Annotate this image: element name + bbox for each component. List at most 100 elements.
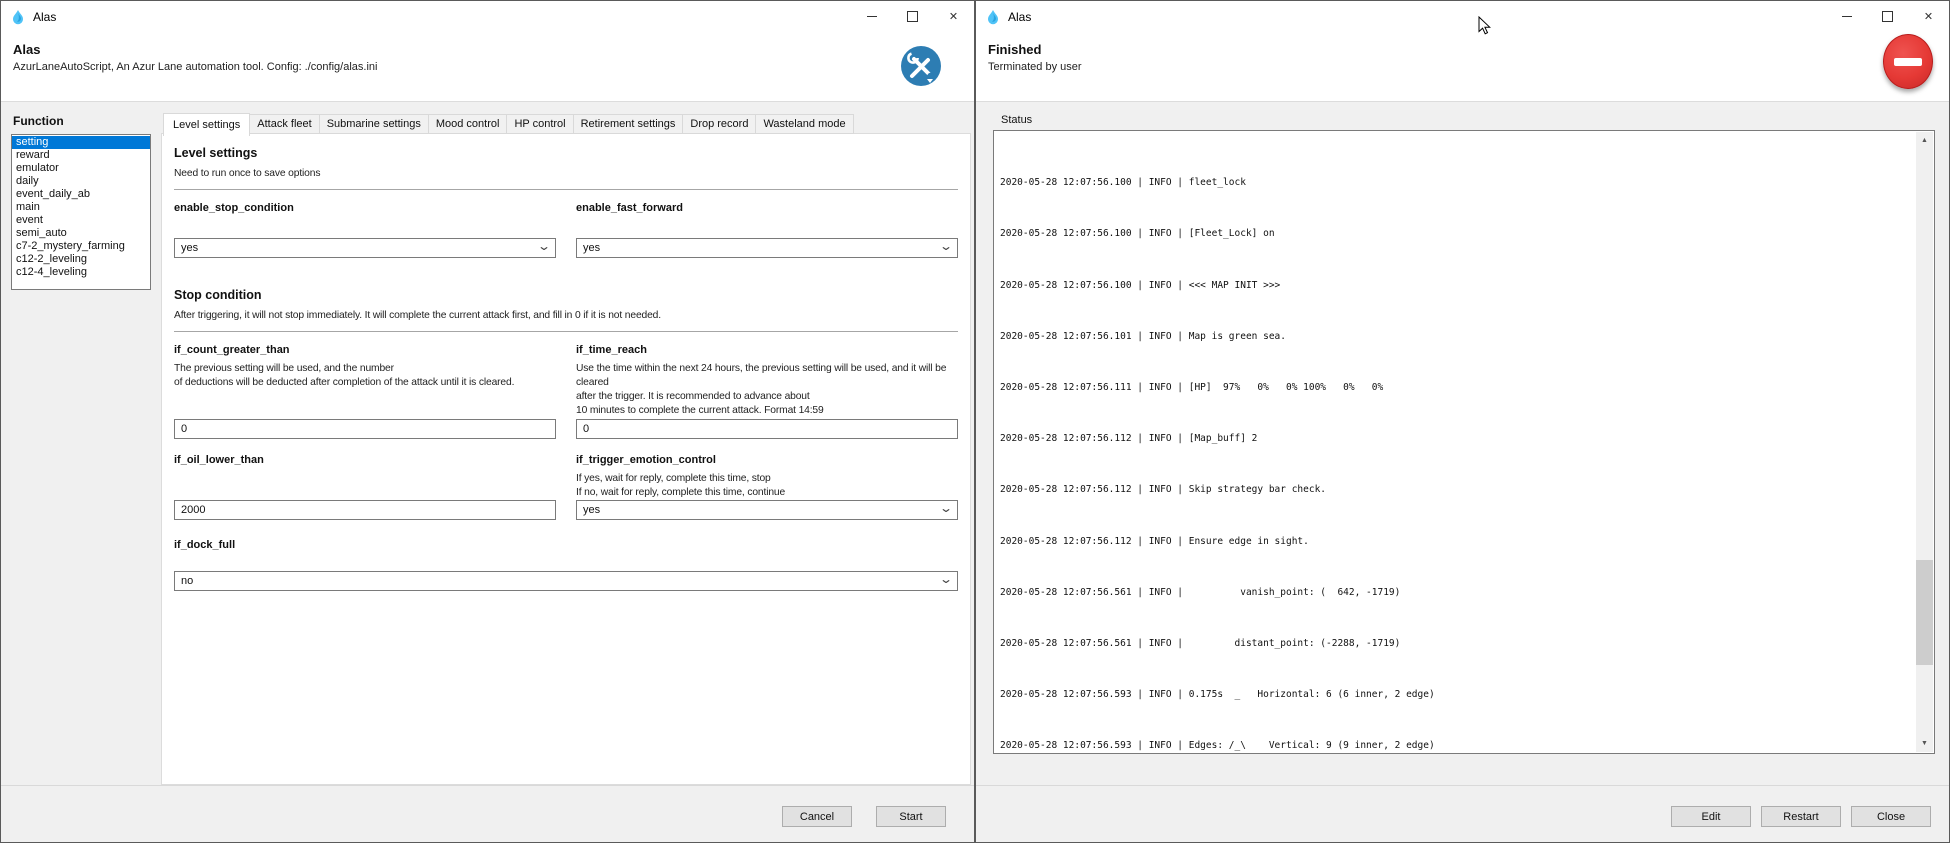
divider bbox=[174, 189, 958, 190]
config-footer: Cancel Start bbox=[1, 785, 974, 842]
if-count-greater-than-input[interactable] bbox=[174, 419, 556, 439]
config-window: Alas Alas AzurLaneAutoScript, An Azur La… bbox=[0, 0, 975, 843]
alas-app-icon bbox=[985, 9, 1001, 25]
function-list-item[interactable]: event bbox=[12, 214, 150, 227]
log-output[interactable]: 2020-05-28 12:07:56.100 | INFO | fleet_l… bbox=[993, 130, 1935, 754]
log-line: 2020-05-28 12:07:56.111 | INFO | [HP] 97… bbox=[1000, 382, 1934, 395]
field-if-oil-lower-than: if_oil_lower_than bbox=[174, 454, 556, 520]
maximize-icon[interactable] bbox=[1867, 1, 1908, 32]
function-list-item[interactable]: main bbox=[12, 201, 150, 214]
status-title: Finished bbox=[988, 42, 1041, 57]
select-value: yes bbox=[583, 504, 600, 516]
tools-badge-icon bbox=[900, 45, 942, 87]
if-time-reach-input[interactable] bbox=[576, 419, 958, 439]
start-button[interactable]: Start bbox=[876, 806, 946, 827]
field-if-count-greater-than: if_count_greater_than The previous setti… bbox=[174, 344, 556, 439]
edit-button[interactable]: Edit bbox=[1671, 806, 1751, 827]
function-list-item[interactable]: reward bbox=[12, 149, 150, 162]
close-icon[interactable] bbox=[933, 1, 974, 32]
if-dock-full-select[interactable]: no ⌄ bbox=[174, 571, 958, 591]
function-label: Function bbox=[13, 114, 64, 128]
minimize-icon[interactable] bbox=[851, 1, 892, 32]
field-label: if_count_greater_than bbox=[174, 344, 556, 356]
field-if-time-reach: if_time_reach Use the time within the ne… bbox=[576, 344, 958, 439]
status-label: Status bbox=[1001, 114, 1032, 126]
function-list-item[interactable]: emulator bbox=[12, 162, 150, 175]
close-icon[interactable] bbox=[1908, 1, 1949, 32]
select-value: yes bbox=[181, 242, 198, 254]
scroll-down-icon[interactable]: ▼ bbox=[1916, 735, 1933, 752]
select-value: no bbox=[181, 575, 193, 587]
log-line: 2020-05-28 12:07:56.112 | INFO | Ensure … bbox=[1000, 536, 1934, 549]
chevron-down-icon: ⌄ bbox=[939, 504, 953, 512]
log-line: 2020-05-28 12:07:56.100 | INFO | <<< MAP… bbox=[1000, 280, 1934, 293]
field-label: if_oil_lower_than bbox=[174, 454, 556, 466]
window-header: Finished Terminated by user bbox=[976, 32, 1949, 101]
field-enable-fast-forward: enable_fast_forward yes ⌄ bbox=[576, 202, 958, 258]
window-title: Alas bbox=[1008, 10, 1031, 24]
field-label: enable_stop_condition bbox=[174, 202, 556, 214]
status-window: Alas Finished Terminated by user Status … bbox=[975, 0, 1950, 843]
chevron-down-icon: ⌄ bbox=[939, 242, 953, 250]
field-desc: The previous setting will be used, and t… bbox=[174, 362, 556, 390]
function-list[interactable]: setting reward emulator daily event_dail… bbox=[11, 134, 151, 290]
if-oil-lower-than-input[interactable] bbox=[174, 500, 556, 520]
function-list-item[interactable]: c7-2_mystery_farming bbox=[12, 240, 150, 253]
tab[interactable]: Mood control bbox=[428, 114, 508, 134]
minimize-icon[interactable] bbox=[1826, 1, 1867, 32]
enable-fast-forward-select[interactable]: yes ⌄ bbox=[576, 238, 958, 258]
select-value: yes bbox=[583, 242, 600, 254]
section-desc-level-settings: Need to run once to save options bbox=[174, 168, 958, 179]
page-title: Alas bbox=[13, 42, 40, 57]
cancel-button[interactable]: Cancel bbox=[782, 806, 852, 827]
field-desc: If yes, wait for reply, complete this ti… bbox=[576, 472, 958, 500]
function-list-item[interactable]: daily bbox=[12, 175, 150, 188]
field-label: if_trigger_emotion_control bbox=[576, 454, 958, 466]
field-if-dock-full: if_dock_full no ⌄ bbox=[174, 539, 958, 591]
window-header: Alas AzurLaneAutoScript, An Azur Lane au… bbox=[1, 32, 974, 101]
tab[interactable]: HP control bbox=[506, 114, 573, 134]
tab-bar[interactable]: Level settings Attack fleet Submarine se… bbox=[161, 112, 971, 134]
log-line: 2020-05-28 12:07:56.561 | INFO | distant… bbox=[1000, 638, 1934, 651]
tab[interactable]: Level settings bbox=[163, 113, 250, 136]
log-line: 2020-05-28 12:07:56.100 | INFO | [Fleet_… bbox=[1000, 228, 1934, 241]
log-line: 2020-05-28 12:07:56.112 | INFO | [Map_bu… bbox=[1000, 433, 1934, 446]
section-title-level-settings: Level settings bbox=[174, 146, 958, 160]
enable-stop-condition-select[interactable]: yes ⌄ bbox=[174, 238, 556, 258]
screen: Alas Alas AzurLaneAutoScript, An Azur La… bbox=[0, 0, 1950, 843]
scrollbar-thumb[interactable] bbox=[1916, 560, 1933, 665]
function-list-item[interactable]: c12-4_leveling bbox=[12, 266, 150, 279]
log-line: 2020-05-28 12:07:56.112 | INFO | Skip st… bbox=[1000, 484, 1934, 497]
chevron-down-icon: ⌄ bbox=[939, 575, 953, 583]
restart-button[interactable]: Restart bbox=[1761, 806, 1841, 827]
log-scrollbar[interactable]: ▲ ▼ bbox=[1916, 132, 1933, 752]
close-button[interactable]: Close bbox=[1851, 806, 1931, 827]
scroll-up-icon[interactable]: ▲ bbox=[1916, 132, 1933, 149]
field-desc: Use the time within the next 24 hours, t… bbox=[576, 362, 958, 418]
tab[interactable]: Attack fleet bbox=[249, 114, 319, 134]
if-trigger-emotion-control-select[interactable]: yes ⌄ bbox=[576, 500, 958, 520]
config-body: Function setting reward emulator daily e… bbox=[1, 101, 974, 785]
stop-sign-icon bbox=[1883, 34, 1933, 89]
tab[interactable]: Drop record bbox=[682, 114, 756, 134]
tab[interactable]: Retirement settings bbox=[573, 114, 684, 134]
tab[interactable]: Wasteland mode bbox=[755, 114, 853, 134]
log-line: 2020-05-28 12:07:56.100 | INFO | fleet_l… bbox=[1000, 177, 1934, 190]
log-text: 2020-05-28 12:07:56.100 | INFO | fleet_l… bbox=[994, 130, 1934, 754]
function-list-item[interactable]: c12-2_leveling bbox=[12, 253, 150, 266]
log-line: 2020-05-28 12:07:56.561 | INFO | vanish_… bbox=[1000, 587, 1934, 600]
field-enable-stop-condition: enable_stop_condition yes ⌄ bbox=[174, 202, 556, 258]
chevron-down-icon: ⌄ bbox=[537, 242, 551, 250]
titlebar[interactable]: Alas bbox=[1, 1, 974, 32]
status-footer: Edit Restart Close bbox=[976, 785, 1949, 842]
status-subtitle: Terminated by user bbox=[988, 61, 1082, 73]
field-label: if_time_reach bbox=[576, 344, 958, 356]
tab[interactable]: Submarine settings bbox=[319, 114, 429, 134]
section-title-stop-condition: Stop condition bbox=[174, 288, 958, 302]
maximize-icon[interactable] bbox=[892, 1, 933, 32]
tab-panel: Level settings Need to run once to save … bbox=[161, 133, 971, 785]
function-list-item[interactable]: event_daily_ab bbox=[12, 188, 150, 201]
function-list-item[interactable]: semi_auto bbox=[12, 227, 150, 240]
function-list-item[interactable]: setting bbox=[12, 136, 150, 149]
titlebar[interactable]: Alas bbox=[976, 1, 1949, 32]
